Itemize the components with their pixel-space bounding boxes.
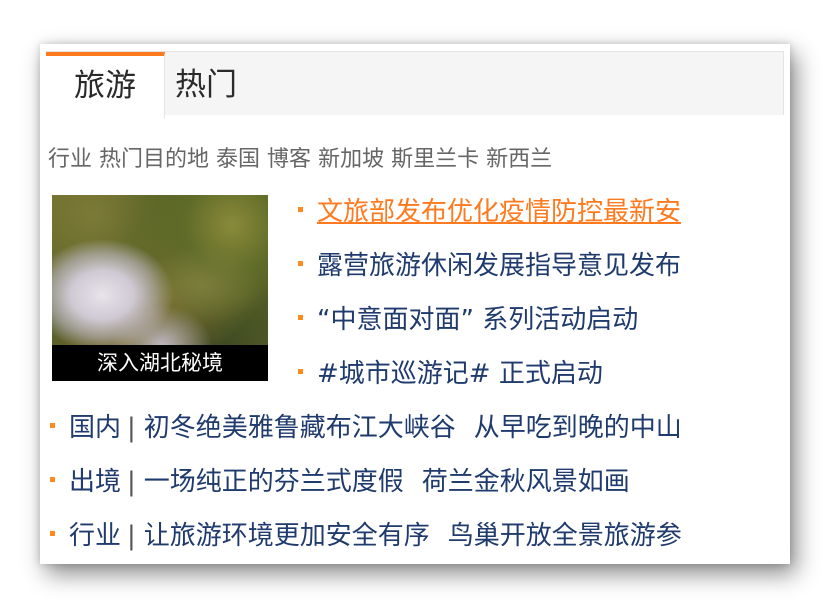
subnav-item-singapore[interactable]: 新加坡 xyxy=(318,147,384,172)
bullet-icon xyxy=(298,315,303,320)
category-separator: | xyxy=(127,521,136,551)
bullet-icon xyxy=(298,261,303,266)
bullet-icon xyxy=(50,477,55,482)
news-link[interactable]: 让旅游环境更加安全有序 xyxy=(144,521,430,551)
category-label[interactable]: 出境 xyxy=(69,467,121,497)
feature-image[interactable]: 深入湖北秘境 xyxy=(52,195,268,381)
news-link[interactable]: 从早吃到晚的中山 xyxy=(474,413,682,443)
news-link[interactable]: 荷兰金秋风景如画 xyxy=(422,467,630,497)
feature-caption[interactable]: 深入湖北秘境 xyxy=(52,345,268,381)
page: 旅游 热门 行业 热门目的地 泰国 博客 新加坡 斯里兰卡 新西兰 深入湖北秘境 文旅部发布… xyxy=(0,0,834,606)
sub-nav: 行业 热门目的地 泰国 博客 新加坡 斯里兰卡 新西兰 xyxy=(48,141,559,173)
headline-item[interactable]: “中意面对面” 系列活动启动 xyxy=(298,299,681,353)
headline-text[interactable]: 文旅部发布优化疫情防控最新安 xyxy=(317,197,681,227)
bullet-icon xyxy=(50,423,55,428)
subnav-item-thailand[interactable]: 泰国 xyxy=(216,147,260,172)
category-news-list: 国内 | 初冬绝美雅鲁藏布江大峡谷 从早吃到晚的中山 出境 | 一场纯正的芬兰式度假 荷兰金… xyxy=(50,406,700,564)
news-link[interactable]: 鸟巢开放全景旅游参 xyxy=(448,521,682,551)
subnav-item-new-zealand[interactable]: 新西兰 xyxy=(486,147,552,172)
tab-travel[interactable]: 旅游 xyxy=(46,52,165,118)
category-label[interactable]: 国内 xyxy=(69,413,121,443)
subnav-item-sri-lanka[interactable]: 斯里兰卡 xyxy=(391,147,479,172)
headline-item[interactable]: 露营旅游休闲发展指导意见发布 xyxy=(298,245,681,299)
category-label[interactable]: 行业 xyxy=(69,521,121,551)
category-separator: | xyxy=(127,467,136,497)
tab-hot[interactable]: 热门 xyxy=(175,52,285,116)
news-link[interactable]: 一场纯正的芬兰式度假 xyxy=(144,467,404,497)
bullet-icon xyxy=(298,207,303,212)
headline-list: 文旅部发布优化疫情防控最新安 露营旅游休闲发展指导意见发布 “中意面对面” 系列… xyxy=(298,191,681,407)
travel-news-panel: 旅游 热门 行业 热门目的地 泰国 博客 新加坡 斯里兰卡 新西兰 深入湖北秘境 文旅部发布… xyxy=(40,44,790,564)
category-row-industry: 行业 | 让旅游环境更加安全有序 鸟巢开放全景旅游参 xyxy=(50,514,700,564)
subnav-item-blog[interactable]: 博客 xyxy=(267,147,311,172)
bullet-icon xyxy=(298,369,303,374)
subnav-item-industry[interactable]: 行业 xyxy=(48,147,92,172)
headline-item[interactable]: 文旅部发布优化疫情防控最新安 xyxy=(298,191,681,245)
headline-text[interactable]: “中意面对面” 系列活动启动 xyxy=(317,305,638,335)
bullet-icon xyxy=(50,531,55,536)
headline-item[interactable]: #城市巡游记# 正式启动 xyxy=(298,353,681,407)
headline-text[interactable]: #城市巡游记# 正式启动 xyxy=(317,359,603,389)
news-link[interactable]: 初冬绝美雅鲁藏布江大峡谷 xyxy=(144,413,456,443)
category-row-domestic: 国内 | 初冬绝美雅鲁藏布江大峡谷 从早吃到晚的中山 xyxy=(50,406,700,460)
subnav-item-hot-destinations[interactable]: 热门目的地 xyxy=(99,147,209,172)
category-row-outbound: 出境 | 一场纯正的芬兰式度假 荷兰金秋风景如画 xyxy=(50,460,700,514)
headline-text[interactable]: 露营旅游休闲发展指导意见发布 xyxy=(317,251,681,281)
category-separator: | xyxy=(127,413,136,443)
tab-bar: 旅游 热门 xyxy=(46,51,784,118)
